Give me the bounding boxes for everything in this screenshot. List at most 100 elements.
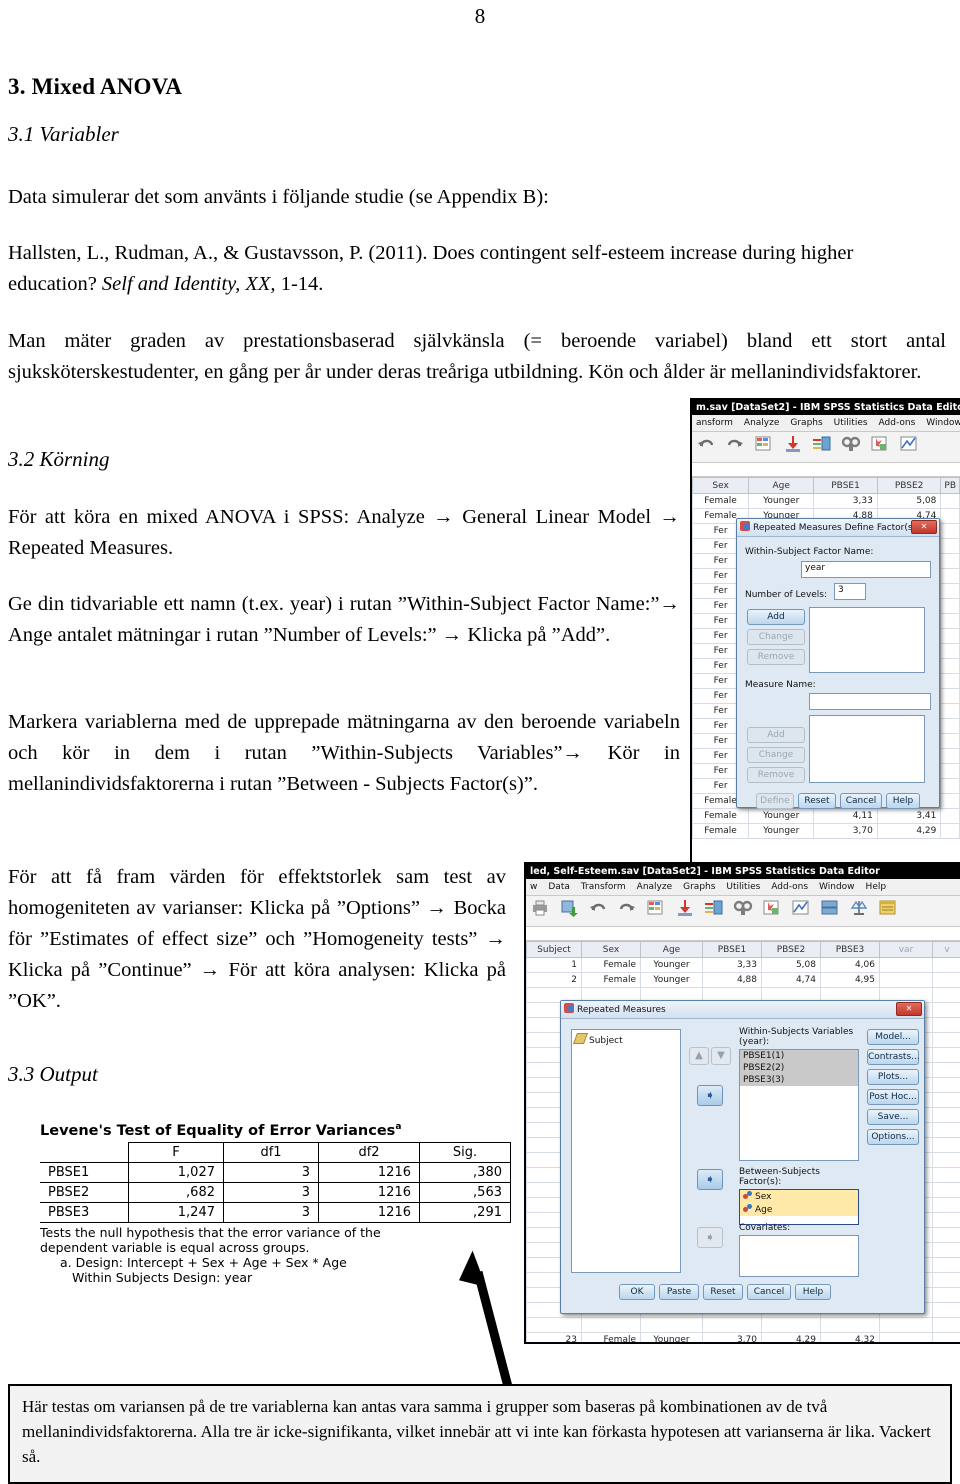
remove-measure-button[interactable]: Remove [747, 767, 805, 783]
cell-pbse3[interactable] [940, 583, 960, 599]
cell-editor-2[interactable] [526, 927, 960, 941]
value-labels-icon[interactable] [878, 899, 898, 917]
source-variable-list[interactable]: Subject [571, 1029, 681, 1273]
cell-var2[interactable] [932, 1107, 960, 1123]
define-button[interactable]: Define [756, 793, 794, 809]
plots-button[interactable]: Plots... [867, 1069, 919, 1085]
cell-pbse3[interactable] [940, 613, 960, 629]
col-header-var[interactable]: var [879, 941, 933, 958]
cell-pbse3[interactable] [940, 733, 960, 749]
cell-var2[interactable] [932, 1242, 960, 1258]
options-button[interactable]: Options... [867, 1129, 919, 1145]
cell-var[interactable] [879, 972, 933, 988]
cell-var2[interactable] [932, 1077, 960, 1093]
cell-var2[interactable] [932, 1257, 960, 1273]
cell-sex[interactable]: Female [581, 1332, 641, 1342]
goto-case-icon[interactable] [646, 899, 666, 917]
find-icon[interactable] [733, 899, 753, 917]
add-measure-button[interactable]: Add [747, 727, 805, 743]
cell-editor-1[interactable] [692, 463, 960, 477]
cell-var2[interactable] [932, 987, 960, 1003]
cell-age[interactable]: Younger [640, 1332, 703, 1342]
cell-pbse3[interactable]: 4,95 [820, 972, 880, 988]
cell-var2[interactable] [932, 1227, 960, 1243]
cell-pbse3[interactable]: 4,32 [820, 1332, 880, 1342]
change-factor-button[interactable]: Change [747, 629, 805, 645]
col-header-subject[interactable]: Subject [526, 941, 582, 958]
cell-var[interactable] [879, 1332, 933, 1342]
col-header-var2[interactable]: v [932, 941, 960, 958]
toolbar-1[interactable] [692, 432, 960, 463]
cell-pbse3[interactable] [940, 538, 960, 554]
insert-case-icon[interactable] [762, 899, 782, 917]
menu-item-data[interactable]: Data [548, 882, 570, 892]
variables-icon[interactable] [704, 899, 724, 917]
cell-pbse3[interactable] [940, 508, 960, 524]
cell-age[interactable]: Younger [640, 972, 703, 988]
paste-button[interactable]: Paste [659, 1284, 699, 1300]
list-item[interactable]: Sex [740, 1190, 858, 1203]
cell-pbse3[interactable] [940, 598, 960, 614]
cell-pbse1[interactable]: 3,70 [702, 1332, 762, 1342]
measure-name-input[interactable] [809, 693, 931, 710]
cell-var[interactable] [879, 957, 933, 973]
arrow-down-icon[interactable]: ▼ [711, 1047, 731, 1065]
cell-pbse3[interactable] [940, 628, 960, 644]
cell-var2[interactable] [932, 972, 960, 988]
col-header-sex[interactable]: Sex [581, 941, 641, 958]
col-header-pbse1[interactable]: PBSE1 [813, 477, 878, 494]
dialog-repeated-measures-define-factors[interactable]: Repeated Measures Define Factor(s) ✕ Wit… [736, 518, 940, 809]
undo-icon[interactable] [696, 435, 716, 453]
menu-item-utilities[interactable]: Utilities [726, 882, 760, 892]
list-item[interactable]: PBSE2(2) [740, 1062, 858, 1074]
dialog-repeated-measures[interactable]: Repeated Measures ✕ Subject ▲ ▼ ➧ ➧ ➧ Wi… [560, 1000, 925, 1314]
weight-cases-icon[interactable] [849, 899, 869, 917]
cell-sex[interactable]: Female [692, 823, 750, 839]
change-measure-button[interactable]: Change [747, 747, 805, 763]
cell-var2[interactable] [932, 1047, 960, 1063]
cell-pbse3[interactable]: 4,06 [820, 957, 880, 973]
cancel-button[interactable]: Cancel [840, 793, 882, 809]
cell-pbse1[interactable]: 3,33 [813, 493, 878, 509]
move-to-between-arrow-left-icon[interactable]: ➧ [697, 1169, 723, 1190]
cell-var2[interactable] [932, 1287, 960, 1303]
col-header-pbse2[interactable]: PBSE2 [876, 477, 942, 494]
cell-var2[interactable] [932, 957, 960, 973]
redo-icon[interactable] [617, 899, 637, 917]
cell-var2[interactable] [932, 1032, 960, 1048]
cell-age[interactable]: Younger [748, 823, 815, 839]
remove-factor-button[interactable]: Remove [747, 649, 805, 665]
cell-pbse3[interactable] [940, 763, 960, 779]
list-item[interactable]: Subject [572, 1032, 680, 1047]
cell-var2[interactable] [932, 1122, 960, 1138]
cell-var2[interactable] [932, 1062, 960, 1078]
insert-case-icon[interactable] [870, 435, 890, 453]
menu-bar-2[interactable]: w Data Transform Analyze Graphs Utilities Add-… [526, 879, 960, 896]
cell-var2[interactable] [932, 1137, 960, 1153]
help-button[interactable]: Help [795, 1284, 831, 1300]
goto-variable-icon[interactable] [783, 435, 803, 453]
between-subjects-factors-list[interactable]: Sex Age [739, 1189, 859, 1225]
cell-pbse3[interactable] [940, 718, 960, 734]
cell-pbse2[interactable]: 5,08 [876, 493, 942, 509]
cell-var2[interactable] [932, 1212, 960, 1228]
cell-var2[interactable] [932, 1317, 960, 1333]
reset-button[interactable]: Reset [703, 1284, 743, 1300]
goto-case-icon[interactable] [754, 435, 774, 453]
redo-icon[interactable] [725, 435, 745, 453]
menu-item-utilities[interactable]: Utilities [834, 418, 868, 428]
close-icon[interactable]: ✕ [896, 1002, 922, 1016]
select-cases-icon[interactable] [820, 899, 840, 917]
cancel-button[interactable]: Cancel [747, 1284, 791, 1300]
col-header-pbse2[interactable]: PBSE2 [761, 941, 821, 958]
menu-item-help[interactable]: Help [866, 882, 887, 892]
factors-listbox[interactable] [809, 607, 925, 673]
cell-age[interactable]: Younger [748, 493, 815, 509]
covariates-list[interactable] [739, 1235, 859, 1277]
within-subjects-variables-list[interactable]: PBSE1(1) PBSE2(2) PBSE3(3) [739, 1049, 859, 1161]
cell-var2[interactable] [932, 1152, 960, 1168]
col-header-pbse3[interactable]: PBSE3 [820, 941, 880, 958]
cell-var2[interactable] [932, 1332, 960, 1342]
menu-item-transform[interactable]: ansform [696, 418, 733, 428]
menu-item-window[interactable]: Window [819, 882, 855, 892]
